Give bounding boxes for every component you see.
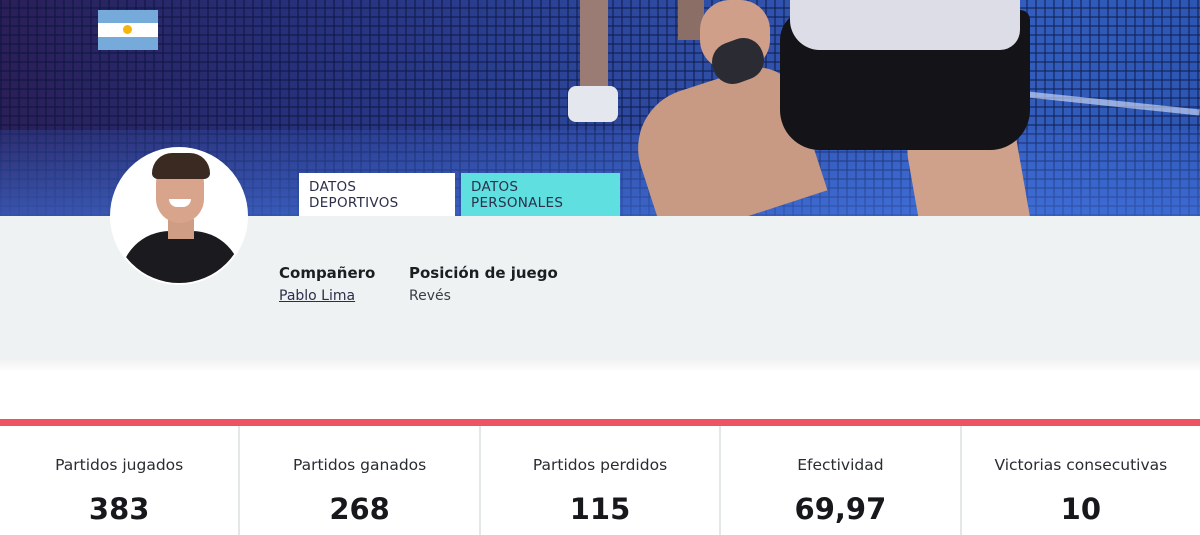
stat-effectiveness: Efectividad 69,97 [719, 426, 959, 535]
stat-value: 10 [1060, 492, 1101, 526]
tab-sport-data[interactable]: DATOS DEPORTIVOS [299, 173, 455, 216]
player-shirt [790, 0, 1020, 50]
stat-label: Partidos jugados [55, 456, 184, 474]
panel-shadow [0, 360, 1200, 372]
background-player-shoe [568, 86, 618, 122]
stat-matches-played: Partidos jugados 383 [0, 426, 238, 535]
background-player-leg [580, 0, 608, 90]
stat-value: 69,97 [794, 492, 887, 526]
position-value: Revés [409, 288, 451, 304]
partner-label: Compañero [279, 264, 376, 282]
position-field: Posición de juego Revés [409, 264, 558, 304]
stat-matches-lost: Partidos perdidos 115 [478, 426, 719, 535]
player-avatar [110, 147, 248, 285]
stat-label: Partidos ganados [292, 456, 427, 474]
profile-tabs: DATOS DEPORTIVOS DATOS PERSONALES [299, 173, 620, 216]
stats-bar: Partidos jugados 383 Partidos ganados 26… [0, 419, 1200, 535]
partner-field: Compañero Pablo Lima [279, 264, 375, 304]
partner-link[interactable]: Pablo Lima [279, 288, 375, 304]
stat-consecutive-wins: Victorias consecutivas 10 [959, 426, 1200, 535]
stat-label: Efectividad [797, 456, 884, 474]
position-label: Posición de juego [409, 264, 558, 282]
stat-value: 383 [88, 492, 150, 526]
stat-matches-won: Partidos ganados 268 [238, 426, 478, 535]
argentina-flag-icon [98, 10, 158, 50]
tab-personal-data[interactable]: DATOS PERSONALES [461, 173, 620, 216]
stat-label: Partidos perdidos [532, 456, 668, 474]
stat-value: 115 [569, 492, 631, 526]
stat-label: Victorias consecutivas [994, 456, 1168, 474]
stat-value: 268 [329, 492, 390, 526]
